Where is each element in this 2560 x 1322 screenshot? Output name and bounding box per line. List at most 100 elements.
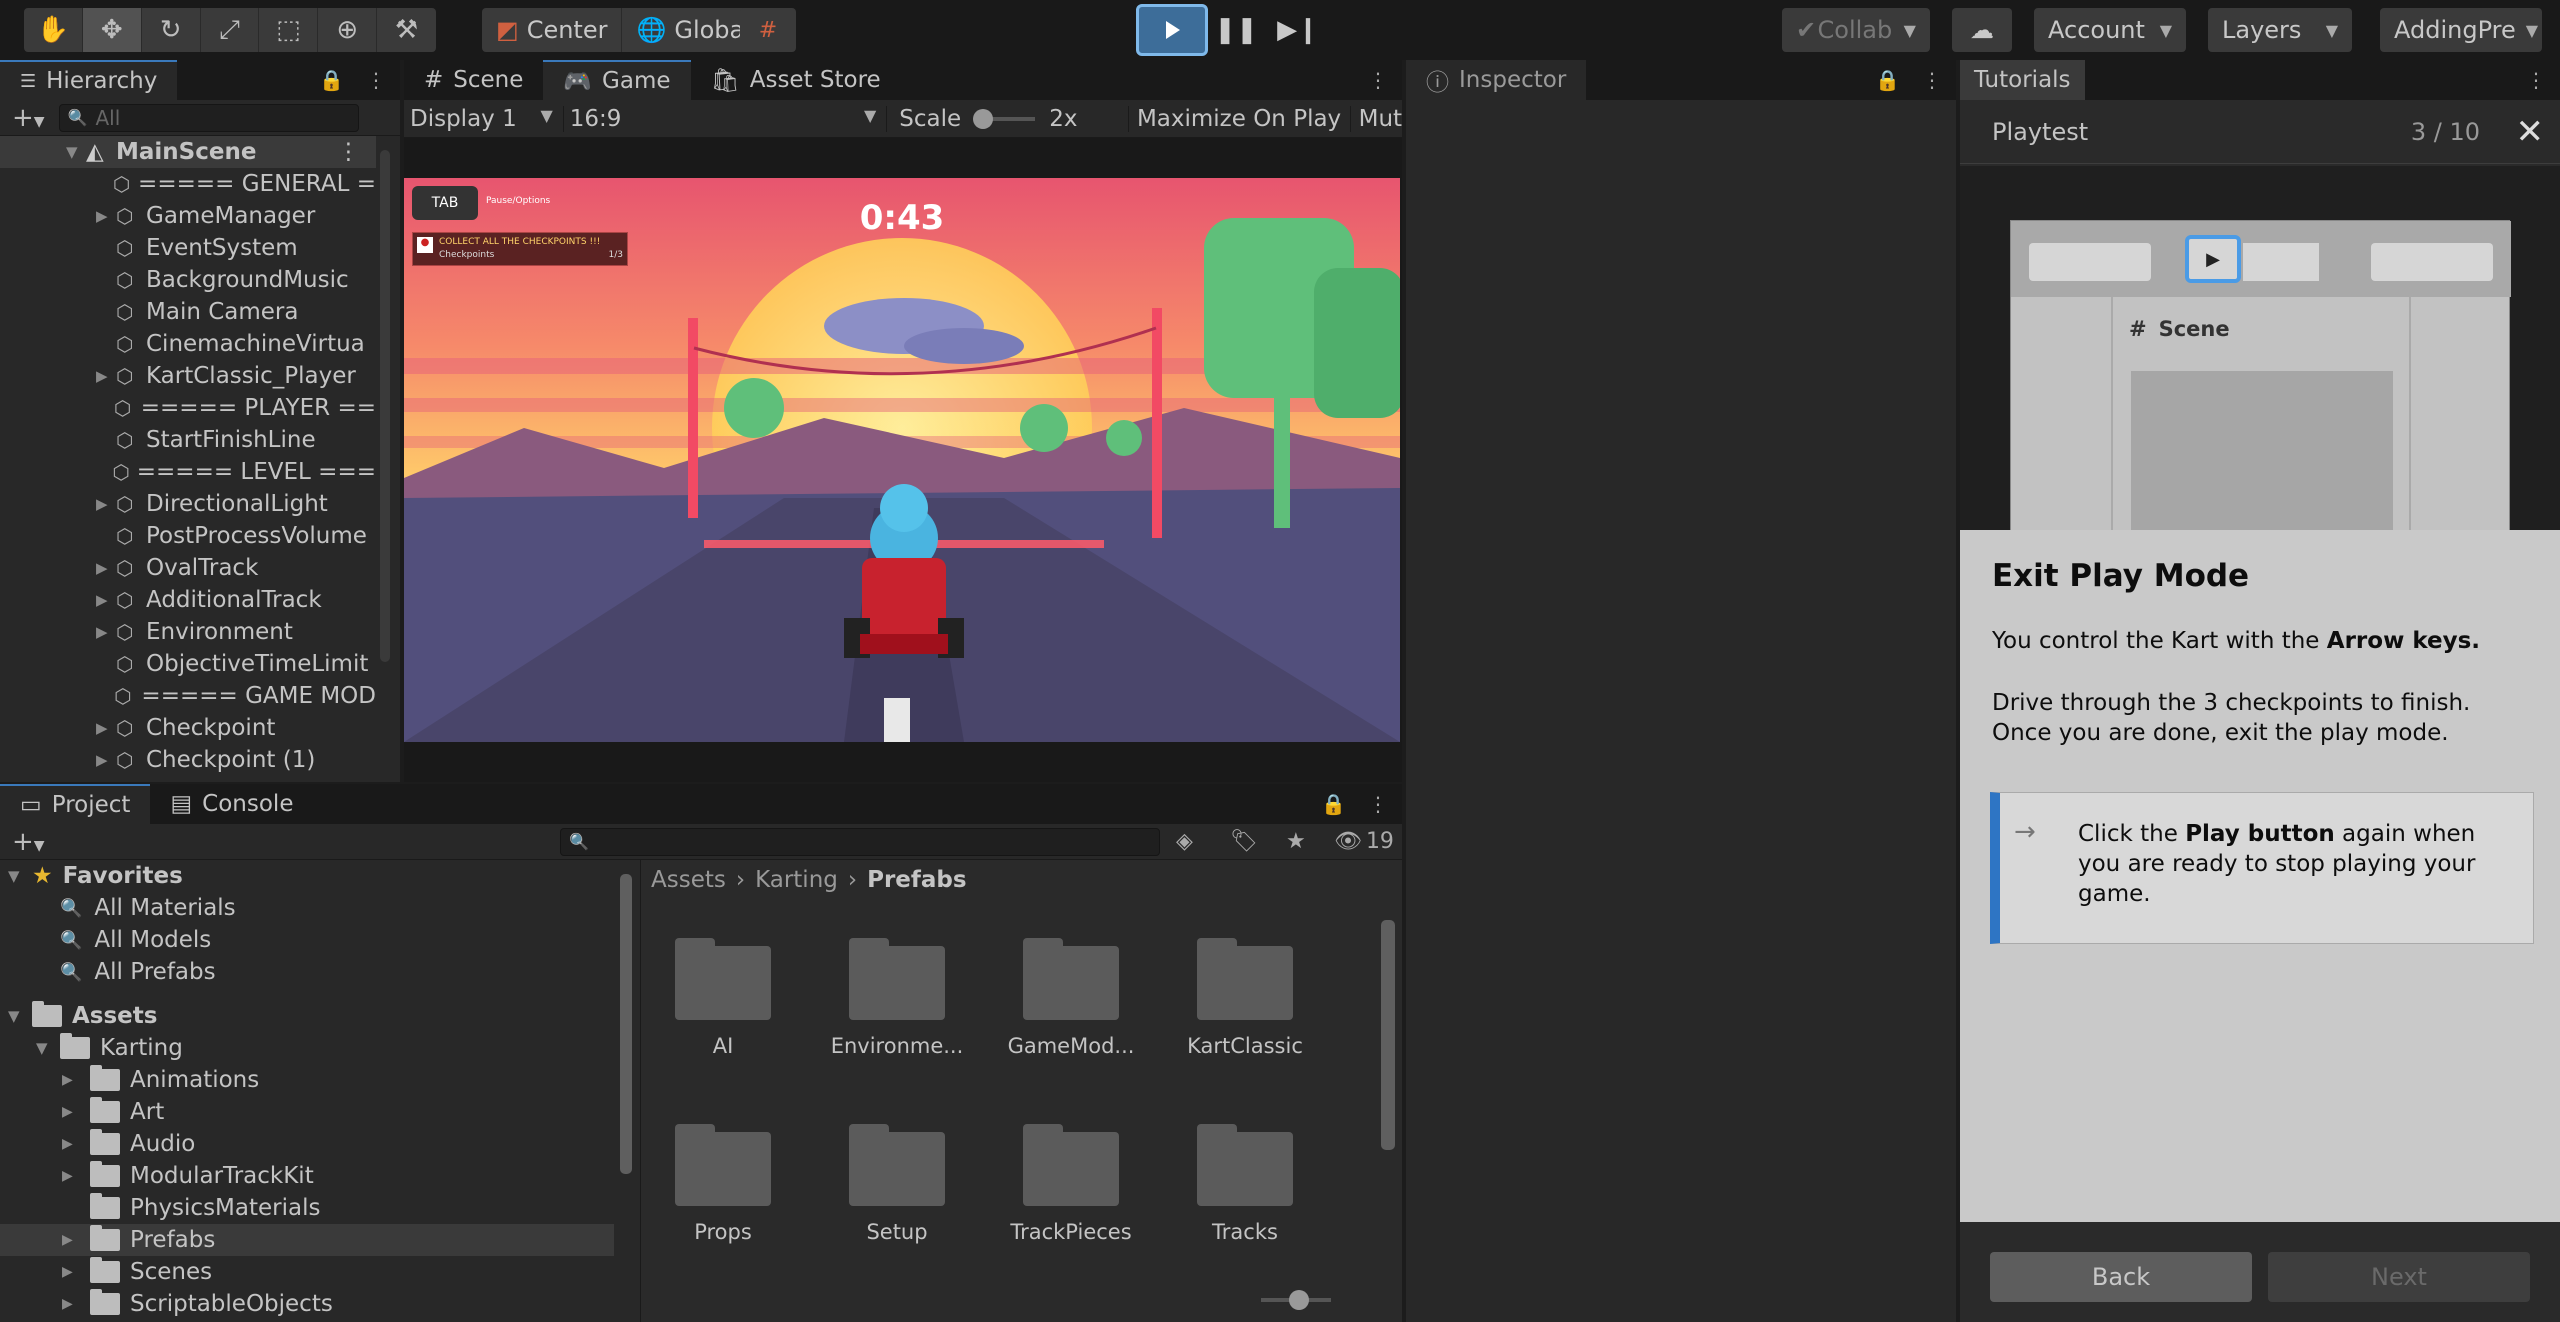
expand-arrow-icon[interactable]: ▶ <box>96 559 116 577</box>
project-tree-scrollbar[interactable] <box>620 874 632 1174</box>
account-dropdown[interactable]: Account ▼ <box>2034 8 2186 52</box>
scale-tool-icon[interactable]: ⤢ <box>201 8 260 52</box>
slider-thumb[interactable] <box>973 108 994 129</box>
hierarchy-item[interactable]: ⬡ Main Camera <box>0 296 376 328</box>
transform-tool-icon[interactable]: ⊕ <box>318 8 378 52</box>
back-button[interactable]: Back <box>1990 1252 2252 1302</box>
hierarchy-item[interactable]: ▶ ⬡ AdditionalTrack <box>0 584 376 616</box>
favorite-item[interactable]: 🔍 All Prefabs <box>0 956 614 988</box>
custom-tool-icon[interactable]: ⚒ <box>377 8 436 52</box>
tab-asset-store[interactable]: 🛍 Asset Store <box>691 60 901 100</box>
move-tool-icon[interactable]: ✥ <box>82 8 142 52</box>
hand-tool-icon[interactable]: ✋ <box>24 8 83 52</box>
filter-type-icon[interactable]: ◈ <box>1176 829 1193 854</box>
next-button[interactable]: Next <box>2268 1252 2530 1302</box>
hierarchy-item[interactable]: ⬡ ===== PLAYER == <box>0 392 376 424</box>
game-viewport[interactable]: TAB Pause/Options ● COLLECT ALL THE CHEC… <box>404 178 1400 742</box>
assets-root[interactable]: ▼ Assets <box>0 1000 614 1032</box>
content-scrollbar[interactable] <box>1381 920 1395 1150</box>
hierarchy-scrollbar[interactable] <box>380 150 390 662</box>
mute-audio-toggle[interactable]: Mut <box>1351 106 1402 132</box>
hierarchy-search[interactable]: 🔍 All <box>58 103 359 132</box>
close-icon[interactable]: ✕ <box>2516 112 2545 152</box>
layers-dropdown[interactable]: Layers ▼ <box>2208 8 2352 52</box>
project-folder-item[interactable]: ▶ Scenes <box>0 1256 614 1288</box>
hierarchy-item[interactable]: ▶ ⬡ Environment <box>0 616 376 648</box>
hierarchy-item[interactable]: ▶ ⬡ OvalTrack <box>0 552 376 584</box>
favorites-header[interactable]: ▼ ★ Favorites <box>0 860 614 892</box>
lock-icon[interactable]: 🔒 <box>319 68 344 92</box>
tab-tutorials[interactable]: Tutorials <box>1960 60 2085 100</box>
expand-arrow-icon[interactable]: ▶ <box>96 367 116 385</box>
expand-arrow-icon[interactable]: ▶ <box>62 1264 90 1280</box>
expand-arrow-icon[interactable]: ▼ <box>66 143 86 161</box>
favorite-item[interactable]: 🔍 All Materials <box>0 892 614 924</box>
expand-arrow-icon[interactable]: ▶ <box>96 207 116 225</box>
kebab-menu-icon[interactable]: ⋮ <box>2526 68 2546 92</box>
hidden-packages-toggle[interactable]: 👁 19 <box>1334 829 1394 854</box>
hierarchy-item[interactable]: ⬡ EventSystem <box>0 232 376 264</box>
rect-tool-icon[interactable]: ⬚ <box>259 8 319 52</box>
kebab-menu-icon[interactable]: ⋮ <box>1368 792 1388 816</box>
expand-arrow-icon[interactable]: ▶ <box>96 719 116 737</box>
favorite-star-icon[interactable]: ★ <box>1286 829 1306 854</box>
project-folder-item[interactable]: ▶ Audio <box>0 1128 614 1160</box>
kebab-menu-icon[interactable]: ⋮ <box>1368 68 1388 92</box>
hierarchy-item[interactable]: ⬡ ===== LEVEL === <box>0 456 376 488</box>
breadcrumb-item[interactable]: Prefabs <box>867 867 966 893</box>
expand-arrow-icon[interactable]: ▶ <box>62 1296 90 1312</box>
expand-arrow-icon[interactable]: ▶ <box>96 623 116 641</box>
rotate-tool-icon[interactable]: ↻ <box>142 8 201 52</box>
maximize-on-play-toggle[interactable]: Maximize On Play <box>1129 105 1351 132</box>
kebab-menu-icon[interactable]: ⋮ <box>337 139 360 165</box>
hierarchy-item[interactable]: ⬡ ===== GENERAL = <box>0 168 376 200</box>
scene-row[interactable]: ▼ ◭ MainScene ⋮ <box>0 136 376 168</box>
add-dropdown[interactable]: +▼ <box>12 827 45 857</box>
slider-thumb[interactable] <box>1289 1290 1309 1310</box>
lock-icon[interactable]: 🔒 <box>1321 792 1346 816</box>
project-folder-item[interactable]: ▶ Animations <box>0 1064 614 1096</box>
lock-icon[interactable]: 🔒 <box>1875 68 1900 92</box>
expand-arrow-icon[interactable]: ▶ <box>62 1136 90 1152</box>
layout-dropdown[interactable]: AddingPre ▼ <box>2380 8 2542 52</box>
cloud-button[interactable]: ☁ <box>1952 8 2012 52</box>
project-folder-item[interactable]: ▶ ScriptableObjects <box>0 1288 614 1320</box>
hierarchy-item[interactable]: ▶ ⬡ Checkpoint (1) <box>0 744 376 776</box>
play-button[interactable] <box>1136 4 1208 56</box>
aspect-dropdown[interactable]: 16:9 ▼ <box>564 105 888 132</box>
tab-scene[interactable]: # Scene <box>404 60 543 100</box>
expand-arrow-icon[interactable]: ▼ <box>8 867 32 885</box>
icon-size-slider[interactable] <box>1261 1290 1331 1310</box>
collab-dropdown[interactable]: ✔ Collab ▼ <box>1782 8 1930 52</box>
tab-game[interactable]: 🎮 Game <box>543 60 691 100</box>
expand-arrow-icon[interactable]: ▶ <box>96 751 116 769</box>
expand-arrow-icon[interactable]: ▼ <box>8 1007 32 1025</box>
display-dropdown[interactable]: Display 1 ▼ <box>404 105 564 132</box>
hierarchy-item[interactable]: ▶ ⬡ KartClassic_Player <box>0 360 376 392</box>
favorite-item[interactable]: 🔍 All Models <box>0 924 614 956</box>
project-folder-item[interactable]: ▶ ModularTrackKit <box>0 1160 614 1192</box>
project-folder-item[interactable]: ▶ Prefabs <box>0 1224 614 1256</box>
hierarchy-item[interactable]: ⬡ CinemachineVirtua <box>0 328 376 360</box>
expand-arrow-icon[interactable]: ▶ <box>62 1168 90 1184</box>
hierarchy-item[interactable]: ⬡ PostProcessVolume <box>0 520 376 552</box>
tab-inspector[interactable]: ⓘ Inspector <box>1406 60 1587 100</box>
scale-slider[interactable] <box>973 108 1036 129</box>
add-dropdown[interactable]: +▼ <box>12 103 45 133</box>
hierarchy-item[interactable]: ⬡ ===== GAME MOD <box>0 680 376 712</box>
label-tag-icon[interactable]: 🏷 <box>1230 829 1258 854</box>
karting-folder[interactable]: ▼ Karting <box>0 1032 614 1064</box>
hierarchy-item[interactable]: ⬡ BackgroundMusic <box>0 264 376 296</box>
breadcrumb-item[interactable]: Karting <box>755 867 838 893</box>
hierarchy-item[interactable]: ▶ ⬡ DirectionalLight <box>0 488 376 520</box>
snap-grid-button[interactable]: # <box>740 8 796 52</box>
kebab-menu-icon[interactable]: ⋮ <box>1922 68 1942 92</box>
tab-project[interactable]: ▭ Project <box>0 784 151 824</box>
tab-hierarchy[interactable]: ☰ Hierarchy <box>0 60 178 100</box>
project-folder-item[interactable]: ▶ Art <box>0 1096 614 1128</box>
step-button[interactable]: ▶❙ <box>1268 8 1328 52</box>
project-folder-item[interactable]: PhysicsMaterials <box>0 1192 614 1224</box>
project-search[interactable]: 🔍 <box>560 827 1160 856</box>
expand-arrow-icon[interactable]: ▶ <box>62 1104 90 1120</box>
hierarchy-item[interactable]: ⬡ StartFinishLine <box>0 424 376 456</box>
